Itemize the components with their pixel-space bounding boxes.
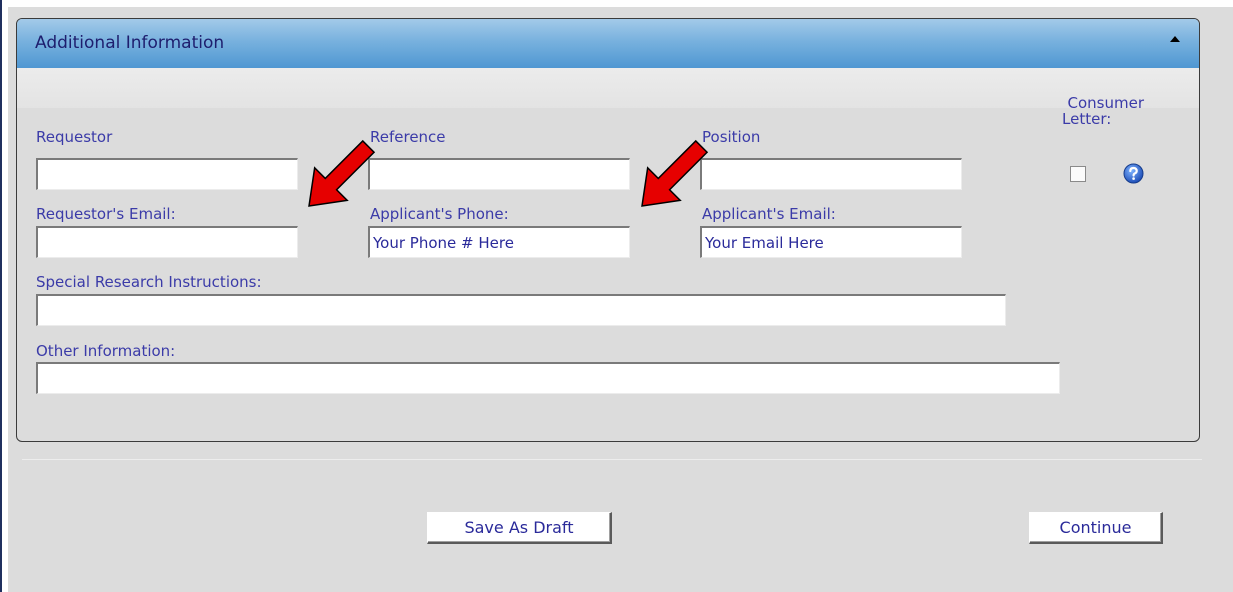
applicant-email-label: Applicant's Email: [702, 205, 836, 223]
help-icon[interactable] [1123, 163, 1144, 184]
collapse-up-icon[interactable] [1169, 35, 1181, 43]
consumer-letter-label-line1: Consumer [1067, 94, 1145, 112]
other-information-input[interactable] [36, 362, 1060, 394]
applicant-phone-input[interactable] [368, 226, 630, 258]
separator [22, 459, 1202, 460]
reference-input[interactable] [368, 158, 630, 190]
requestor-email-label: Requestor's Email: [36, 205, 176, 223]
page: Additional Information Requestor Referen… [0, 0, 1233, 592]
requestor-label: Requestor [36, 128, 113, 146]
consumer-letter-label-line2: Letter: [1062, 110, 1112, 128]
applicant-email-input[interactable] [700, 226, 962, 258]
left-edge-line [0, 0, 2, 592]
requestor-input[interactable] [36, 158, 298, 190]
red-arrow-icon [641, 139, 709, 207]
continue-button[interactable]: Continue [1029, 512, 1163, 544]
special-instructions-input[interactable] [36, 294, 1006, 326]
panel-title: Additional Information [35, 33, 225, 53]
position-input[interactable] [700, 158, 962, 190]
applicant-phone-label: Applicant's Phone: [370, 205, 509, 223]
other-information-label: Other Information: [36, 342, 176, 360]
red-arrow-icon [308, 139, 376, 207]
requestor-email-input[interactable] [36, 226, 298, 258]
panel-header[interactable]: Additional Information [17, 19, 1199, 68]
consumer-letter-checkbox[interactable] [1070, 166, 1086, 182]
special-instructions-label: Special Research Instructions: [36, 273, 262, 291]
consumer-letter-label: Consumer Letter: [1044, 95, 1144, 127]
panel-body-shade [17, 68, 1199, 108]
save-as-draft-button[interactable]: Save As Draft [427, 512, 612, 544]
